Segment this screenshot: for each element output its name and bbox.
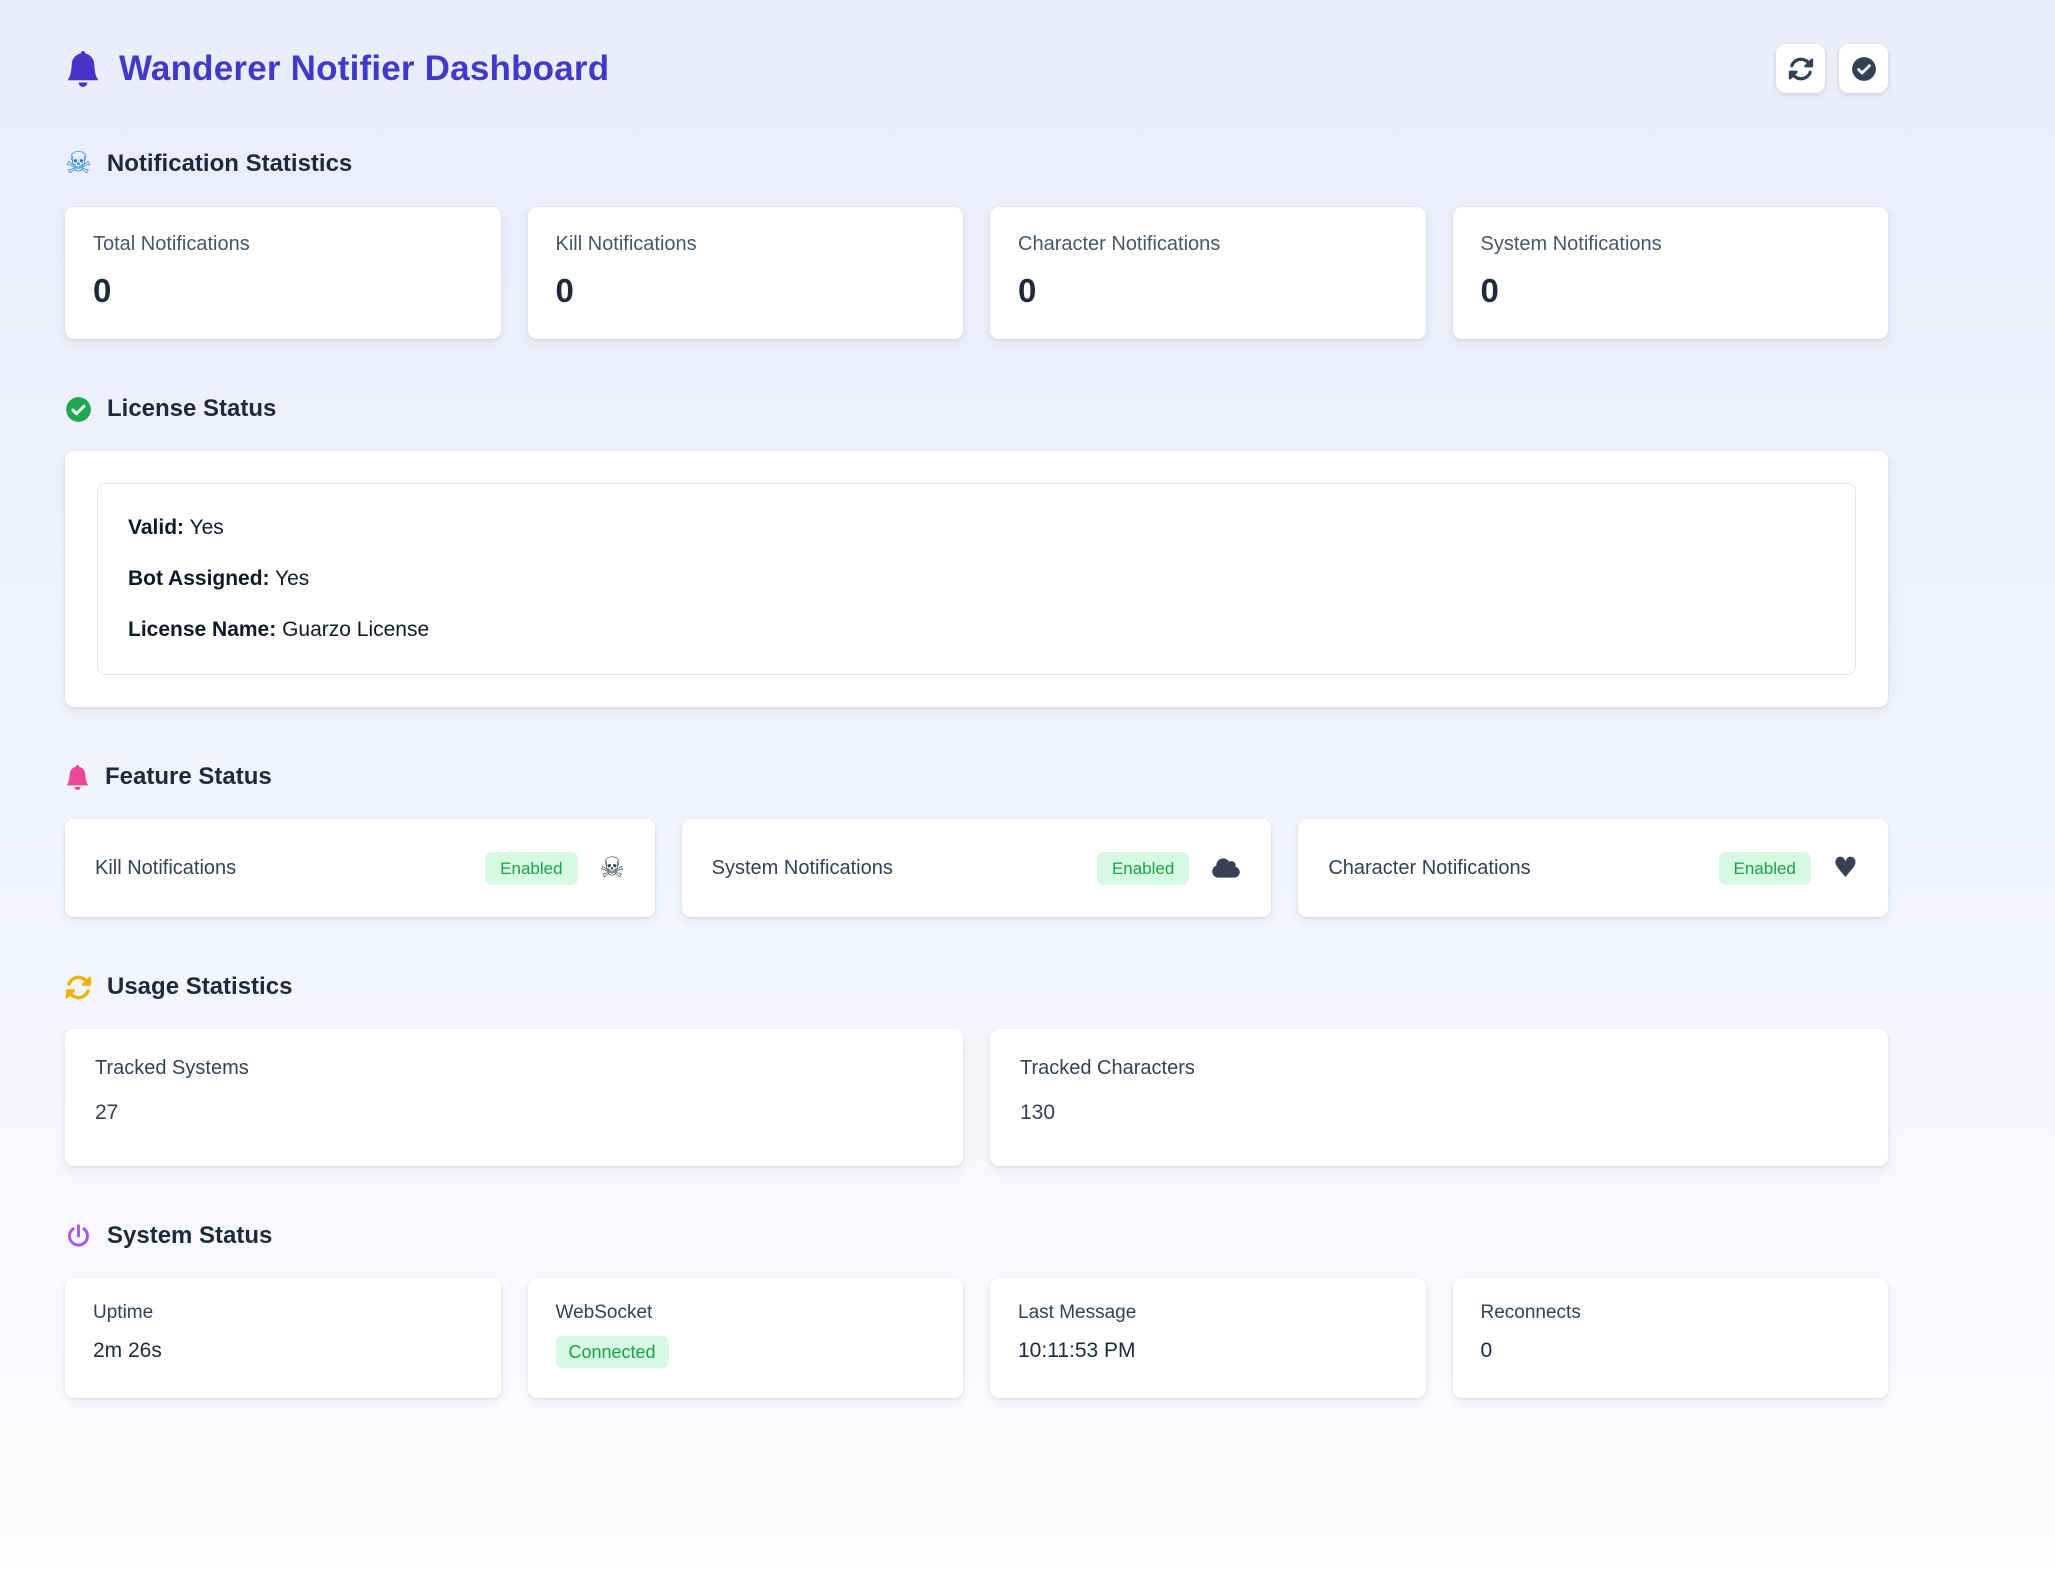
feature-name: Kill Notifications <box>95 857 236 880</box>
system-label: Reconnects <box>1481 1302 1861 1324</box>
license-valid-row: Valid: Yes <box>128 516 1825 540</box>
system-card-reconnects: Reconnects 0 <box>1453 1278 1889 1398</box>
section-title: System Status <box>107 1222 272 1250</box>
title-group: Wanderer Notifier Dashboard <box>65 49 609 89</box>
stat-label: Kill Notifications <box>556 233 936 256</box>
system-value: 2m 26s <box>93 1339 473 1363</box>
stat-value: 0 <box>93 272 473 310</box>
usage-card-tracked-systems: Tracked Systems 27 <box>65 1029 963 1166</box>
section-feature-status: Feature Status Kill Notifications Enable… <box>65 763 1888 917</box>
cloud-icon <box>1211 857 1241 879</box>
usage-label: Tracked Characters <box>1020 1057 1858 1080</box>
license-field-label: License Name: <box>128 618 276 641</box>
section-license-status: License Status Valid: Yes Bot Assigned: … <box>65 395 1888 707</box>
section-heading: License Status <box>65 395 1888 423</box>
license-field-label: Valid: <box>128 516 184 539</box>
stat-card-character-notifications: Character Notifications 0 <box>990 207 1426 339</box>
license-details: Valid: Yes Bot Assigned: Yes License Nam… <box>97 483 1856 675</box>
license-field-value: Yes <box>275 567 309 590</box>
feature-card-system-notifications: System Notifications Enabled <box>682 819 1272 917</box>
feature-card-character-notifications: Character Notifications Enabled ♥ <box>1298 819 1888 917</box>
usage-value: 27 <box>95 1101 933 1125</box>
system-card-websocket: WebSocket Connected <box>528 1278 964 1398</box>
section-heading: Usage Statistics <box>65 973 1888 1001</box>
section-heading: System Status <box>65 1222 1888 1250</box>
refresh-button[interactable] <box>1776 44 1825 93</box>
system-card-uptime: Uptime 2m 26s <box>65 1278 501 1398</box>
status-badge: Enabled <box>485 852 577 885</box>
system-label: WebSocket <box>556 1302 936 1324</box>
section-title: License Status <box>107 395 276 423</box>
license-bot-assigned-row: Bot Assigned: Yes <box>128 567 1825 591</box>
bell-icon <box>65 765 90 790</box>
feature-card-kill-notifications: Kill Notifications Enabled ☠ <box>65 819 655 917</box>
header: Wanderer Notifier Dashboard <box>65 44 1888 93</box>
stat-value: 0 <box>1481 272 1861 310</box>
stat-card-system-notifications: System Notifications 0 <box>1453 207 1889 339</box>
page-title: Wanderer Notifier Dashboard <box>119 49 609 89</box>
stat-label: Total Notifications <box>93 233 473 256</box>
skull-crossbones-icon: ☠ <box>600 854 625 882</box>
license-field-label: Bot Assigned: <box>128 567 270 590</box>
license-field-value: Guarzo License <box>282 618 429 641</box>
usage-label: Tracked Systems <box>95 1057 933 1080</box>
section-system-status: System Status Uptime 2m 26s WebSocket Co… <box>65 1222 1888 1398</box>
status-badge: Enabled <box>1719 852 1811 885</box>
header-actions <box>1776 44 1888 93</box>
status-check-button[interactable] <box>1839 44 1888 93</box>
refresh-icon <box>65 974 92 1001</box>
system-value: 0 <box>1481 1339 1861 1363</box>
check-circle-icon <box>1851 56 1877 82</box>
system-label: Last Message <box>1018 1302 1398 1324</box>
system-card-last-message: Last Message 10:11:53 PM <box>990 1278 1426 1398</box>
stat-value: 0 <box>556 272 936 310</box>
section-notification-statistics: ☠ Notification Statistics Total Notifica… <box>65 149 1888 339</box>
dashboard-page: Wanderer Notifier Dashboard ☠ Notificati… <box>65 0 1888 1398</box>
check-circle-icon <box>65 396 92 423</box>
bell-icon <box>65 51 101 87</box>
feature-name: Character Notifications <box>1328 857 1530 880</box>
refresh-icon <box>1788 56 1814 82</box>
section-title: Notification Statistics <box>107 150 352 178</box>
section-usage-statistics: Usage Statistics Tracked Systems 27 Trac… <box>65 973 1888 1166</box>
status-badge: Enabled <box>1097 852 1189 885</box>
stat-label: System Notifications <box>1481 233 1861 256</box>
license-card: Valid: Yes Bot Assigned: Yes License Nam… <box>65 451 1888 707</box>
feature-name: System Notifications <box>712 857 893 880</box>
power-icon <box>65 1223 92 1250</box>
license-field-value: Yes <box>190 516 224 539</box>
license-name-row: License Name: Guarzo License <box>128 618 1825 642</box>
usage-card-tracked-characters: Tracked Characters 130 <box>990 1029 1888 1166</box>
stat-card-kill-notifications: Kill Notifications 0 <box>528 207 964 339</box>
stat-value: 0 <box>1018 272 1398 310</box>
skull-crossbones-icon: ☠ <box>65 149 92 179</box>
websocket-status-badge: Connected <box>556 1336 669 1368</box>
system-value: 10:11:53 PM <box>1018 1339 1398 1363</box>
section-heading: ☠ Notification Statistics <box>65 149 1888 179</box>
system-label: Uptime <box>93 1302 473 1324</box>
usage-value: 130 <box>1020 1101 1858 1125</box>
section-heading: Feature Status <box>65 763 1888 791</box>
section-title: Feature Status <box>105 763 272 791</box>
heart-icon: ♥ <box>1833 854 1858 882</box>
stat-card-total-notifications: Total Notifications 0 <box>65 207 501 339</box>
stat-label: Character Notifications <box>1018 233 1398 256</box>
section-title: Usage Statistics <box>107 973 292 1001</box>
